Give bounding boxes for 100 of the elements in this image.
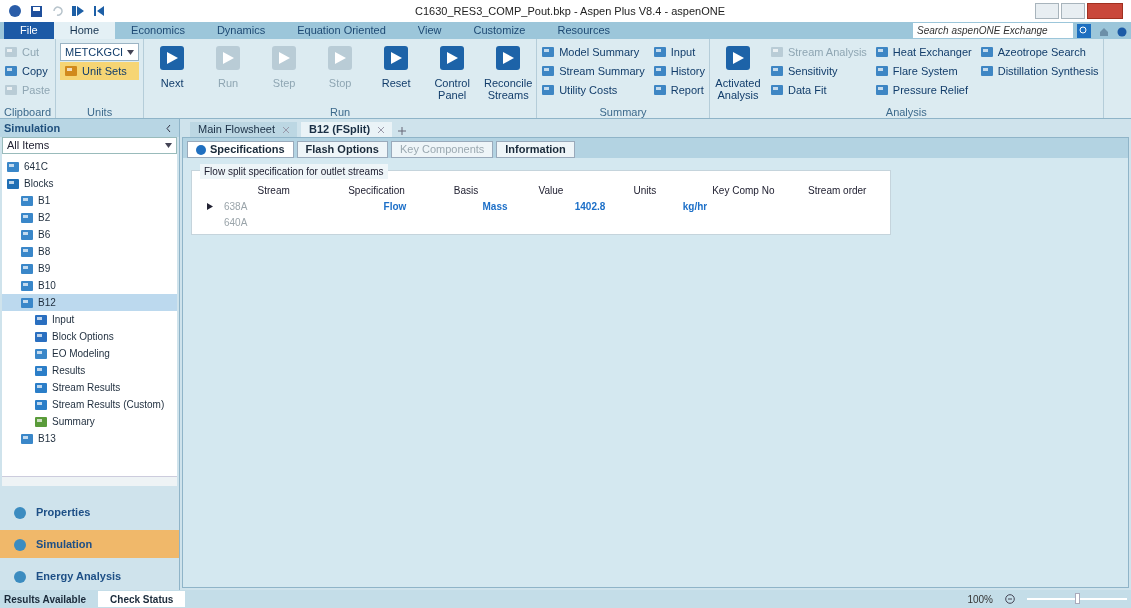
ribbon-button[interactable]: Azeotrope Search (979, 43, 1099, 61)
tool-icon (769, 64, 784, 78)
ribbon-tab[interactable]: Equation Oriented (281, 22, 402, 39)
close-icon (283, 126, 290, 133)
folder-icon (6, 159, 20, 174)
ribbon-button[interactable]: Copy (4, 62, 51, 80)
navigation-pane-button[interactable]: Properties (0, 498, 179, 526)
tree-item[interactable]: B10 (2, 277, 177, 294)
tree-item[interactable]: EO Modeling (2, 345, 177, 362)
ribbon-button[interactable]: Sensitivity (769, 62, 867, 80)
ribbon-button[interactable]: Input (652, 43, 705, 61)
close-button[interactable] (1087, 3, 1123, 19)
tool-icon (64, 64, 79, 78)
next-icon[interactable] (71, 5, 85, 17)
section-title: Flow split specification for outlet streams (200, 164, 388, 179)
tool-icon (652, 45, 667, 59)
document-tab[interactable]: B12 (FSplit) (301, 122, 393, 137)
home-icon[interactable] (1099, 27, 1109, 37)
column-header: Key Comp No (711, 184, 776, 198)
column-header: Stream (256, 184, 291, 198)
tool-icon (541, 64, 556, 78)
tree-item[interactable]: Blocks (2, 175, 177, 192)
tree-item[interactable]: 641C (2, 158, 177, 175)
table-cell[interactable]: Flow (340, 198, 450, 214)
ribbon-button[interactable]: Distillation Synthesis (979, 62, 1099, 80)
ribbon-button[interactable]: Report (652, 81, 705, 99)
tree-item[interactable]: Results (2, 362, 177, 379)
form-tab[interactable]: Information (496, 141, 575, 158)
app-icon[interactable] (8, 4, 22, 18)
form-tab[interactable]: Flash Options (296, 141, 388, 158)
form-icon (34, 414, 48, 429)
filter-dropdown[interactable]: All Items (2, 137, 177, 154)
tree-item[interactable]: B8 (2, 243, 177, 260)
tree-item[interactable]: B9 (2, 260, 177, 277)
add-tab-button[interactable] (396, 125, 409, 137)
tree-item[interactable]: B2 (2, 209, 177, 226)
tree-item[interactable]: Input (2, 311, 177, 328)
ribbon-tab[interactable]: View (401, 22, 458, 39)
zoom-level: 100% (967, 592, 993, 607)
ribbon-button[interactable]: Reconcile Streams (484, 43, 533, 101)
ribbon-tab[interactable]: Dynamics (200, 22, 282, 39)
pane-icon (12, 568, 28, 584)
tree-item[interactable]: B6 (2, 226, 177, 243)
column-header: Basis (452, 184, 480, 198)
unit-set-dropdown[interactable]: METCKGCI (60, 43, 140, 61)
ribbon-button[interactable]: Unit Sets (60, 62, 140, 80)
tree-item[interactable]: Block Options (2, 328, 177, 345)
document-tab[interactable]: Main Flowsheet (190, 122, 298, 137)
table-cell[interactable]: Mass (450, 198, 540, 214)
column-header: Units (632, 184, 658, 198)
help-icon[interactable] (1117, 27, 1127, 37)
tree-item[interactable]: B1 (2, 192, 177, 209)
ribbon-button[interactable]: Utility Costs (541, 81, 645, 99)
ribbon-button[interactable]: Heat Exchanger (874, 43, 972, 61)
plus-icon (398, 127, 407, 135)
maximize-button[interactable] (1061, 3, 1085, 19)
save-icon[interactable] (30, 4, 43, 18)
ribbon-tab[interactable]: Resources (541, 22, 627, 39)
ribbon-button[interactable]: History (652, 62, 705, 80)
ribbon-tab[interactable]: Economics (115, 22, 201, 39)
horizontal-scrollbar[interactable] (2, 476, 177, 486)
chevron-left-icon (166, 124, 171, 132)
navigation-pane-button[interactable]: Simulation (0, 530, 179, 558)
ribbon-tab[interactable]: Customize (457, 22, 542, 39)
ribbon-button[interactable]: Activated Analysis (713, 43, 762, 101)
folder-icon (20, 227, 34, 242)
table-cell[interactable]: 1402.8 (540, 198, 640, 214)
navigation-pane-button[interactable]: Energy Analysis (0, 562, 179, 590)
zoom-slider[interactable] (1027, 593, 1127, 605)
ribbon-tab[interactable]: Home (53, 22, 116, 39)
check-status-button[interactable]: Check Status (98, 591, 186, 607)
ribbon-button[interactable]: Next (148, 43, 197, 89)
ribbon-button[interactable]: Control Panel (428, 43, 477, 101)
ribbon-button[interactable]: Stream Summary (541, 62, 645, 80)
reset-icon[interactable] (93, 5, 105, 17)
ribbon-button[interactable]: Model Summary (541, 43, 645, 61)
form-icon (34, 312, 48, 327)
caret-icon (127, 49, 135, 55)
file-tab[interactable]: File (4, 22, 54, 39)
ribbon-button[interactable]: Flare System (874, 62, 972, 80)
tree-item[interactable]: B12 (2, 294, 177, 311)
minimize-button[interactable] (1035, 3, 1059, 19)
group-label: Run (329, 105, 352, 118)
status-message: Results Available (4, 592, 87, 607)
form-tab[interactable]: Specifications (187, 141, 294, 158)
ribbon-button[interactable]: Pressure Relief (874, 81, 972, 99)
search-field[interactable]: Search aspenONE Exchange (913, 23, 1073, 38)
search-icon[interactable] (1077, 24, 1091, 38)
slider-thumb[interactable] (1075, 593, 1080, 604)
zoom-out-icon[interactable] (1005, 594, 1015, 604)
tree-item[interactable]: Summary (2, 413, 177, 430)
table-cell[interactable]: kg/hr (640, 198, 750, 214)
ribbon-button[interactable]: Reset (372, 43, 421, 89)
tree-item[interactable]: B13 (2, 430, 177, 447)
tree-item[interactable]: Stream Results (Custom) (2, 396, 177, 413)
undo-icon[interactable] (51, 5, 63, 17)
group-label: Summary (598, 105, 648, 118)
ribbon-button[interactable]: Data Fit (769, 81, 867, 99)
column-header: Stream order (807, 184, 868, 198)
tree-item[interactable]: Stream Results (2, 379, 177, 396)
